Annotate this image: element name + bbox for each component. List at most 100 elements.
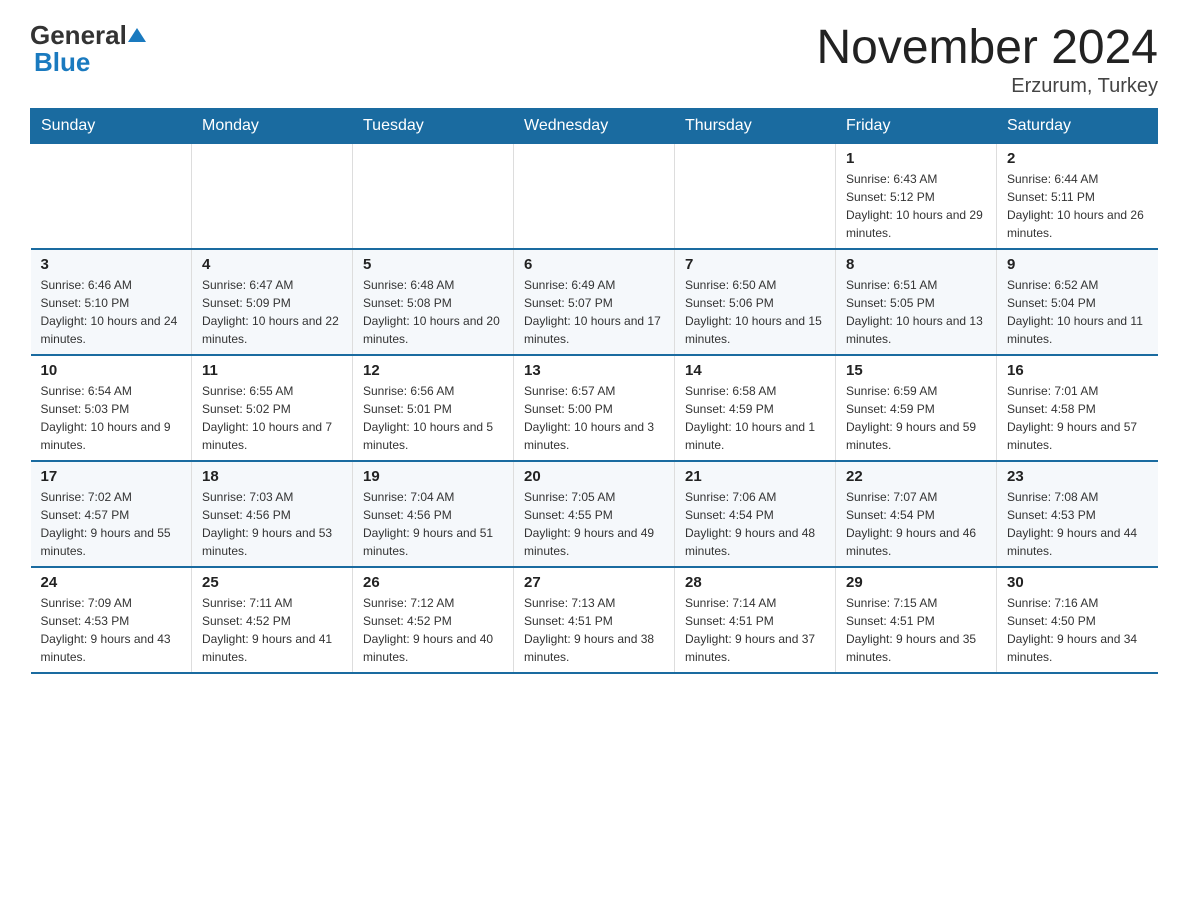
cell-week1-day6: 2 Sunrise: 6:44 AMSunset: 5:11 PMDaylight… [997, 144, 1158, 250]
logo-triangle2-icon [137, 28, 146, 42]
day-number: 17 [41, 468, 182, 485]
cell-week5-day0: 24 Sunrise: 7:09 AMSunset: 4:53 PMDayligh… [31, 567, 192, 673]
day-number: 13 [524, 362, 664, 379]
logo-triangle-icon [128, 28, 137, 42]
cell-week4-day5: 22 Sunrise: 7:07 AMSunset: 4:54 PMDayligh… [836, 461, 997, 567]
day-info: Sunrise: 7:08 AMSunset: 4:53 PMDaylight:… [1007, 488, 1148, 560]
header-saturday: Saturday [997, 109, 1158, 144]
cell-week4-day3: 20 Sunrise: 7:05 AMSunset: 4:55 PMDayligh… [514, 461, 675, 567]
day-info: Sunrise: 7:12 AMSunset: 4:52 PMDaylight:… [363, 594, 503, 666]
cell-week1-day1 [192, 144, 353, 250]
day-number: 8 [846, 256, 986, 273]
day-number: 14 [685, 362, 825, 379]
day-number: 30 [1007, 574, 1148, 591]
day-number: 12 [363, 362, 503, 379]
cell-week3-day0: 10 Sunrise: 6:54 AMSunset: 5:03 PMDayligh… [31, 355, 192, 461]
cell-week1-day2 [353, 144, 514, 250]
day-info: Sunrise: 7:07 AMSunset: 4:54 PMDaylight:… [846, 488, 986, 560]
day-info: Sunrise: 6:56 AMSunset: 5:01 PMDaylight:… [363, 382, 503, 454]
day-info: Sunrise: 7:01 AMSunset: 4:58 PMDaylight:… [1007, 382, 1148, 454]
day-info: Sunrise: 6:58 AMSunset: 4:59 PMDaylight:… [685, 382, 825, 454]
day-info: Sunrise: 6:54 AMSunset: 5:03 PMDaylight:… [41, 382, 182, 454]
cell-week2-day0: 3Sunrise: 6:46 AMSunset: 5:10 PMDaylight… [31, 249, 192, 355]
logo-blue-text: Blue [34, 47, 90, 78]
cell-week3-day1: 11 Sunrise: 6:55 AMSunset: 5:02 PMDayligh… [192, 355, 353, 461]
header-sunday: Sunday [31, 109, 192, 144]
cell-week5-day3: 27 Sunrise: 7:13 AMSunset: 4:51 PMDayligh… [514, 567, 675, 673]
cell-week5-day1: 25 Sunrise: 7:11 AMSunset: 4:52 PMDayligh… [192, 567, 353, 673]
day-info: Sunrise: 6:49 AMSunset: 5:07 PMDaylight:… [524, 276, 664, 348]
cell-week1-day4 [675, 144, 836, 250]
day-number: 10 [41, 362, 182, 379]
title-section: November 2024 Erzurum, Turkey [816, 20, 1158, 98]
day-info: Sunrise: 7:03 AMSunset: 4:56 PMDaylight:… [202, 488, 342, 560]
day-number: 4 [202, 256, 342, 273]
cell-week2-day3: 6 Sunrise: 6:49 AMSunset: 5:07 PMDaylight… [514, 249, 675, 355]
day-info: Sunrise: 6:55 AMSunset: 5:02 PMDaylight:… [202, 382, 342, 454]
day-number: 20 [524, 468, 664, 485]
day-number: 18 [202, 468, 342, 485]
day-number: 7 [685, 256, 825, 273]
day-info: Sunrise: 7:02 AMSunset: 4:57 PMDaylight:… [41, 488, 182, 560]
day-info: Sunrise: 6:46 AMSunset: 5:10 PMDaylight:… [41, 276, 182, 348]
week-row-2: 3Sunrise: 6:46 AMSunset: 5:10 PMDaylight… [31, 249, 1158, 355]
cell-week3-day5: 15Sunrise: 6:59 AMSunset: 4:59 PMDayligh… [836, 355, 997, 461]
day-info: Sunrise: 6:51 AMSunset: 5:05 PMDaylight:… [846, 276, 986, 348]
cell-week5-day4: 28 Sunrise: 7:14 AMSunset: 4:51 PMDayligh… [675, 567, 836, 673]
cell-week5-day5: 29 Sunrise: 7:15 AMSunset: 4:51 PMDayligh… [836, 567, 997, 673]
cell-week5-day6: 30 Sunrise: 7:16 AMSunset: 4:50 PMDayligh… [997, 567, 1158, 673]
cell-week2-day1: 4Sunrise: 6:47 AMSunset: 5:09 PMDaylight… [192, 249, 353, 355]
day-number: 24 [41, 574, 182, 591]
day-number: 27 [524, 574, 664, 591]
day-number: 23 [1007, 468, 1148, 485]
day-number: 25 [202, 574, 342, 591]
logo: General Blue [30, 20, 146, 78]
cell-week1-day0 [31, 144, 192, 250]
day-info: Sunrise: 7:05 AMSunset: 4:55 PMDaylight:… [524, 488, 664, 560]
day-info: Sunrise: 7:11 AMSunset: 4:52 PMDaylight:… [202, 594, 342, 666]
month-title: November 2024 [816, 20, 1158, 75]
cell-week2-day2: 5Sunrise: 6:48 AMSunset: 5:08 PMDaylight… [353, 249, 514, 355]
day-number: 2 [1007, 150, 1148, 167]
day-info: Sunrise: 7:14 AMSunset: 4:51 PMDaylight:… [685, 594, 825, 666]
day-info: Sunrise: 7:09 AMSunset: 4:53 PMDaylight:… [41, 594, 182, 666]
day-number: 6 [524, 256, 664, 273]
day-number: 1 [846, 150, 986, 167]
cell-week4-day2: 19 Sunrise: 7:04 AMSunset: 4:56 PMDayligh… [353, 461, 514, 567]
day-number: 15 [846, 362, 986, 379]
week-row-3: 10 Sunrise: 6:54 AMSunset: 5:03 PMDayligh… [31, 355, 1158, 461]
header-thursday: Thursday [675, 109, 836, 144]
header-tuesday: Tuesday [353, 109, 514, 144]
cell-week1-day3 [514, 144, 675, 250]
day-info: Sunrise: 6:43 AMSunset: 5:12 PMDaylight:… [846, 170, 986, 242]
day-info: Sunrise: 7:15 AMSunset: 4:51 PMDaylight:… [846, 594, 986, 666]
day-number: 21 [685, 468, 825, 485]
day-info: Sunrise: 7:06 AMSunset: 4:54 PMDaylight:… [685, 488, 825, 560]
day-info: Sunrise: 6:44 AMSunset: 5:11 PMDaylight:… [1007, 170, 1148, 242]
day-info: Sunrise: 6:52 AMSunset: 5:04 PMDaylight:… [1007, 276, 1148, 348]
day-number: 28 [685, 574, 825, 591]
day-number: 29 [846, 574, 986, 591]
location-text: Erzurum, Turkey [816, 75, 1158, 98]
header-friday: Friday [836, 109, 997, 144]
cell-week4-day0: 17 Sunrise: 7:02 AMSunset: 4:57 PMDayligh… [31, 461, 192, 567]
day-number: 19 [363, 468, 503, 485]
day-info: Sunrise: 7:13 AMSunset: 4:51 PMDaylight:… [524, 594, 664, 666]
week-row-1: 1 Sunrise: 6:43 AMSunset: 5:12 PMDaylight… [31, 144, 1158, 250]
day-info: Sunrise: 7:16 AMSunset: 4:50 PMDaylight:… [1007, 594, 1148, 666]
day-info: Sunrise: 7:04 AMSunset: 4:56 PMDaylight:… [363, 488, 503, 560]
cell-week3-day6: 16Sunrise: 7:01 AMSunset: 4:58 PMDayligh… [997, 355, 1158, 461]
week-row-4: 17 Sunrise: 7:02 AMSunset: 4:57 PMDayligh… [31, 461, 1158, 567]
day-number: 11 [202, 362, 342, 379]
week-row-5: 24 Sunrise: 7:09 AMSunset: 4:53 PMDayligh… [31, 567, 1158, 673]
day-number: 22 [846, 468, 986, 485]
cell-week2-day4: 7Sunrise: 6:50 AMSunset: 5:06 PMDaylight… [675, 249, 836, 355]
day-info: Sunrise: 6:57 AMSunset: 5:00 PMDaylight:… [524, 382, 664, 454]
day-number: 5 [363, 256, 503, 273]
cell-week4-day6: 23 Sunrise: 7:08 AMSunset: 4:53 PMDayligh… [997, 461, 1158, 567]
cell-week3-day2: 12 Sunrise: 6:56 AMSunset: 5:01 PMDayligh… [353, 355, 514, 461]
cell-week2-day5: 8 Sunrise: 6:51 AMSunset: 5:05 PMDaylight… [836, 249, 997, 355]
cell-week3-day4: 14 Sunrise: 6:58 AMSunset: 4:59 PMDayligh… [675, 355, 836, 461]
cell-week3-day3: 13 Sunrise: 6:57 AMSunset: 5:00 PMDayligh… [514, 355, 675, 461]
days-header-row: Sunday Monday Tuesday Wednesday Thursday… [31, 109, 1158, 144]
